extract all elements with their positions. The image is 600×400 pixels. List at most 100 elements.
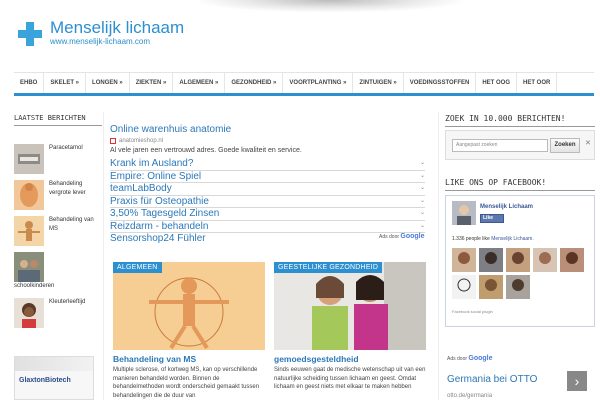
search-widget: Aangepast zoeken Zoeken ✕	[445, 130, 595, 160]
nav-item-het-oog[interactable]: HET OOG	[476, 72, 518, 93]
medical-cross-icon[interactable]	[18, 22, 42, 46]
ad-url-text[interactable]: anatomieshop.nl	[119, 136, 163, 146]
nav-item-gezondheid[interactable]: GEZONDHEID »	[225, 72, 284, 93]
avatar[interactable]	[506, 248, 530, 272]
avatar[interactable]	[506, 275, 530, 299]
post-link[interactable]: Behandeling vergrote lever	[49, 180, 104, 198]
avatar[interactable]	[560, 248, 584, 272]
ad-link-label[interactable]: Empire: Online Spiel	[110, 171, 201, 183]
search-heading: ZOEK IN 10.000 BERICHTEN!	[445, 114, 595, 127]
fb-like-button[interactable]: Like	[480, 214, 504, 223]
fb-faces	[452, 248, 584, 299]
post-thumbnail[interactable]	[14, 252, 44, 282]
article-excerpt: Sinds eeuwen gaat de medische wetenschap…	[274, 367, 426, 390]
column-divider	[103, 112, 104, 400]
favicon-icon	[110, 138, 116, 144]
ad-link-label[interactable]: Sensorshop24 Fühler	[110, 233, 206, 245]
avatar[interactable]	[479, 275, 503, 299]
ad-link[interactable]: teamLabBody ⌄	[110, 183, 425, 196]
ad-link-label[interactable]: 3,50% Tagesgeld Zinsen	[110, 208, 219, 220]
fb-like-count: 1.336 people like Menselijk Lichaam.	[452, 236, 534, 242]
post-link[interactable]: Kleuterleeftijd	[49, 298, 104, 307]
ad-link[interactable]: Praxis für Osteopathie ⌄	[110, 196, 425, 208]
nav-item-ehbo[interactable]: EHBO	[14, 72, 45, 93]
article-title[interactable]: gemoedsgesteldheid	[274, 354, 359, 364]
post-thumbnail[interactable]	[14, 216, 44, 246]
google-logo[interactable]: Google	[468, 355, 492, 362]
chevron-down-icon[interactable]: ⌄	[420, 221, 425, 233]
nav-item-zintuigen[interactable]: ZINTUIGEN »	[353, 72, 404, 93]
ad-link-label[interactable]: Krank im Ausland?	[110, 158, 193, 170]
facebook-like-box: Menselijk Lichaam Like 1.336 people like…	[445, 195, 595, 327]
ad-description: Al vele jaren een vertrouwd adres. Goede…	[110, 147, 302, 154]
nav-item-longen[interactable]: LONGEN »	[86, 72, 130, 93]
post-link[interactable]: Behandeling van MS	[49, 216, 104, 234]
search-button[interactable]: Zoeken	[550, 138, 580, 153]
post-link[interactable]: Paracetamol	[49, 144, 104, 153]
avatar[interactable]	[533, 248, 557, 272]
search-input[interactable]: Aangepast zoeken	[452, 139, 548, 152]
ads-by-label[interactable]: Ads door	[447, 356, 467, 362]
article-excerpt: Multiple sclerose, of kortweg MS, kan op…	[113, 367, 260, 399]
article-title[interactable]: Behandeling van MS	[113, 354, 196, 364]
fb-social-plugin[interactable]: Facebook social plugin	[452, 309, 493, 314]
category-badge[interactable]: ALGEMEEN	[113, 262, 162, 273]
ad-link[interactable]: 3,50% Tagesgeld Zinsen ⌄	[110, 208, 425, 221]
article-image[interactable]	[113, 262, 265, 350]
google-logo[interactable]: Google	[400, 233, 424, 240]
ad-url[interactable]: anatomieshop.nl	[110, 136, 425, 146]
fb-page-name[interactable]: Menselijk Lichaam	[480, 204, 533, 210]
main-nav: EHBO SKELET » LONGEN » ZIEKTEN » ALGEMEE…	[14, 72, 594, 93]
category-badge[interactable]: GEESTELIJKE GEZONDHEID	[274, 262, 383, 273]
chevron-down-icon[interactable]: ⌄	[420, 196, 425, 208]
chevron-down-icon[interactable]: ⌄	[420, 158, 425, 170]
post-thumbnail[interactable]	[14, 298, 44, 328]
ad-link-label[interactable]: Praxis für Osteopathie	[110, 196, 209, 208]
facebook-heading: LIKE ONS OP FACEBOOK!	[445, 178, 595, 191]
avatar[interactable]	[479, 248, 503, 272]
article-image[interactable]	[274, 262, 426, 350]
ads-by-label[interactable]: Ads door	[379, 234, 399, 240]
chevron-down-icon[interactable]: ⌄	[420, 171, 425, 183]
ad-link[interactable]: Empire: Online Spiel ⌄	[110, 171, 425, 183]
ad-link[interactable]: Reizdarm - behandeln ⌄	[110, 221, 425, 233]
site-url[interactable]: www.menselijk-lichaam.com	[50, 37, 150, 46]
ad-link[interactable]: Krank im Ausland? ⌄	[110, 158, 425, 171]
google-ad-block: Online warenhuis anatomie anatomieshop.n…	[110, 124, 425, 245]
banner-strip	[15, 357, 93, 371]
nav-item-ziekten[interactable]: ZIEKTEN »	[130, 72, 174, 93]
ad-link-label[interactable]: Reizdarm - behandeln	[110, 221, 208, 233]
ad-title-link[interactable]: Online warenhuis anatomie	[110, 124, 425, 136]
ad-title-link[interactable]: Germania bei OTTO	[447, 374, 537, 385]
chevron-down-icon[interactable]: ⌄	[420, 208, 425, 220]
post-thumbnail[interactable]	[14, 144, 44, 174]
sponsor-banner[interactable]: GlaxtonBiotech	[14, 356, 94, 400]
ads-by-google[interactable]: Ads door Google	[379, 233, 425, 240]
post-thumbnail[interactable]	[14, 180, 44, 210]
site-title[interactable]: Menselijk lichaam	[50, 18, 184, 38]
chevron-down-icon[interactable]: ⌄	[420, 183, 425, 195]
nav-item-voortplanting[interactable]: VOORTPLANTING »	[283, 72, 354, 93]
recent-posts: LAATSTE BERICHTEN Paracetamol Behandelin…	[14, 114, 102, 344]
top-shadow	[200, 0, 460, 12]
sponsor-brand[interactable]: GlaxtonBiotech	[15, 371, 93, 384]
nav-item-voedingsstoffen[interactable]: VOEDINGSSTOFFEN	[404, 72, 477, 93]
nav-accent-bar	[14, 93, 594, 96]
ad-url[interactable]: otto.de/germania	[447, 393, 492, 399]
chevron-right-icon[interactable]: ›	[567, 371, 587, 391]
close-icon[interactable]: ✕	[585, 139, 591, 147]
avatar[interactable]	[452, 248, 476, 272]
avatar[interactable]	[452, 275, 476, 299]
nav-item-het-oor[interactable]: HET OOR	[517, 72, 558, 93]
page-avatar[interactable]	[452, 201, 476, 225]
ad-link-label[interactable]: teamLabBody	[110, 183, 172, 195]
nav-item-algemeen[interactable]: ALGEMEEN »	[173, 72, 226, 93]
ad-link[interactable]: Sensorshop24 Fühler	[110, 233, 425, 245]
ads-by-google[interactable]: Ads door Google	[447, 355, 493, 362]
nav-item-skelet[interactable]: SKELET »	[44, 72, 87, 93]
fb-count-text: 1.336 people like	[452, 236, 490, 242]
post-link[interactable]: schoolkinderen	[14, 282, 102, 291]
recent-posts-heading: LAATSTE BERICHTEN	[14, 114, 102, 126]
column-divider	[438, 112, 439, 400]
fb-count-link[interactable]: Menselijk Lichaam.	[491, 236, 534, 242]
